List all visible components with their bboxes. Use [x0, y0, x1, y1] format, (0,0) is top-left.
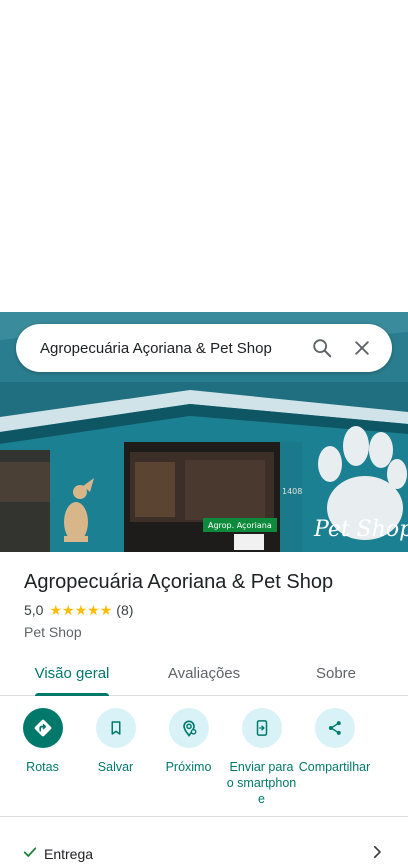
tab-reviews[interactable]: Avaliações	[144, 652, 264, 695]
star-icon: ★	[62, 602, 75, 618]
directions-icon[interactable]	[22, 708, 63, 748]
save-label: Salvar	[97, 760, 134, 774]
place-category[interactable]: Pet Shop	[24, 624, 394, 640]
svg-text:1408: 1408	[282, 487, 302, 496]
rating-row[interactable]: 5,0 ★ ★ ★ ★ ★ (8)	[24, 600, 394, 620]
nearby-button[interactable]: Próximo	[152, 708, 225, 807]
chevron-right-icon[interactable]	[368, 843, 386, 864]
directions-button[interactable]: Rotas	[6, 708, 79, 807]
star-icon: ★	[49, 602, 63, 618]
send-to-phone-label: Enviar para o smartphone	[226, 760, 297, 806]
rating-stars: ★ ★ ★ ★ ★	[49, 603, 112, 617]
send-to-phone-icon[interactable]	[241, 708, 282, 748]
star-icon: ★	[87, 602, 100, 618]
section-divider	[0, 816, 408, 817]
action-buttons: Rotas Salvar Próximo Enviar para o smart…	[0, 708, 408, 807]
place-header: Agropecuária Açoriana & Pet Shop 5,0 ★ ★…	[24, 568, 394, 640]
share-button[interactable]: Compartilhar	[298, 708, 371, 807]
close-icon[interactable]	[342, 328, 382, 368]
share-label: Compartilhar	[298, 760, 371, 774]
tab-label: Avaliações	[167, 665, 241, 682]
tab-label: Sobre	[315, 665, 357, 682]
tab-bar: Visão geral Avaliações Sobre	[0, 652, 408, 696]
map-area-blank	[0, 0, 408, 312]
directions-label: Rotas	[26, 760, 59, 774]
star-icon: ★	[74, 602, 88, 618]
search-icon[interactable]	[302, 328, 342, 368]
tab-active-indicator	[35, 693, 109, 696]
star-icon: ★	[99, 602, 113, 618]
rating-value: 5,0	[24, 602, 44, 618]
check-icon	[22, 844, 38, 864]
store-sign-text: Agrop. Açoriana	[208, 521, 272, 530]
send-to-phone-button[interactable]: Enviar para o smartphone	[225, 708, 298, 807]
share-icon[interactable]	[314, 708, 355, 748]
svg-text:Pet Shop: Pet Shop	[313, 517, 408, 542]
tab-label: Visão geral	[34, 665, 110, 682]
nearby-icon[interactable]	[168, 708, 209, 748]
nearby-label: Próximo	[165, 760, 212, 774]
review-count[interactable]: (8)	[116, 602, 133, 618]
delivery-row[interactable]: Entrega	[22, 842, 386, 864]
search-query[interactable]: Agropecuária Açoriana & Pet Shop	[40, 340, 302, 357]
tab-overview[interactable]: Visão geral	[0, 652, 144, 696]
search-bar[interactable]: Agropecuária Açoriana & Pet Shop	[16, 324, 392, 372]
place-title: Agropecuária Açoriana & Pet Shop	[24, 571, 334, 593]
bookmark-icon[interactable]	[95, 708, 136, 748]
tab-about[interactable]: Sobre	[264, 652, 408, 695]
delivery-label: Entrega	[44, 846, 94, 862]
save-button[interactable]: Salvar	[79, 708, 152, 807]
